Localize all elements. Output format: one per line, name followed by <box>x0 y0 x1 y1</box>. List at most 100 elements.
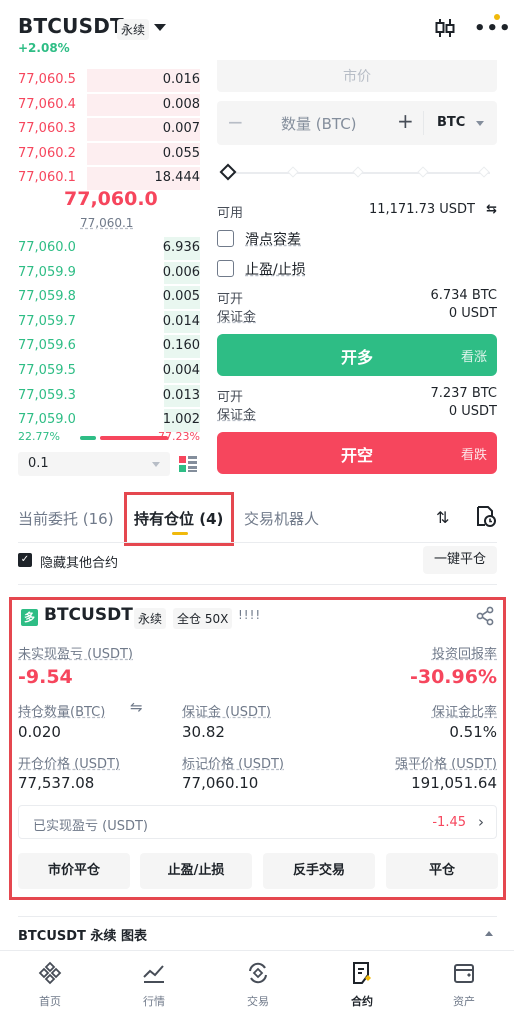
buy-ratio: 22.77% <box>18 430 60 443</box>
market-close-button[interactable]: 市价平仓 <box>18 853 130 889</box>
mark-price-value: 77,060.10 <box>182 774 259 792</box>
price-level: 77,059.9 <box>18 264 76 280</box>
margin-ratio-value: 0.51% <box>449 723 497 741</box>
quantity-slider[interactable] <box>219 163 490 181</box>
bottom-nav: 首页 行情 交易 合约 资产 <box>0 950 514 1023</box>
sort-icon[interactable]: ⇅ <box>436 508 449 527</box>
ask-row[interactable]: 77,060.3 0.007 <box>18 117 200 142</box>
bid-row[interactable]: 77,059.7 0.014 <box>18 310 200 335</box>
header: BTCUSDT 永续 +2.08% ••• <box>0 0 514 60</box>
realized-pnl-row[interactable]: 已实现盈亏 (USDT) -1.45 › <box>18 805 497 839</box>
liquidation-price-label[interactable]: 强平价格 (USDT) <box>395 753 497 772</box>
margin-label: 保证金 <box>217 408 257 423</box>
nav-markets[interactable]: 行情 <box>114 961 194 1009</box>
chart-toggle-row[interactable]: BTCUSDT 永续 图表 <box>18 925 497 945</box>
more-icon[interactable]: ••• <box>474 20 512 38</box>
depth-precision-select[interactable]: 0.1 <box>18 452 170 476</box>
quantity-minus-button[interactable]: − <box>227 110 244 134</box>
tab-open-orders[interactable]: 当前委托 (16) <box>18 508 114 529</box>
slippage-label: 滑点容差 <box>245 232 301 248</box>
depth-precision-value: 0.1 <box>28 456 49 471</box>
reverse-position-button[interactable]: 反手交易 <box>263 853 375 889</box>
orderbook-view-icon[interactable] <box>178 454 198 474</box>
chart-toggle-label: BTCUSDT 永续 图表 <box>18 929 147 944</box>
nav-assets[interactable]: 资产 <box>424 961 504 1009</box>
entry-price-label[interactable]: 开仓价格 (USDT) <box>18 753 120 772</box>
entry-price-value: 77,537.08 <box>18 774 95 792</box>
max-open-value: 6.734 BTC <box>430 288 497 303</box>
quantity-plus-button[interactable]: + <box>397 109 414 133</box>
long-margin: 保证金 0 USDT <box>217 306 497 326</box>
ask-row[interactable]: 77,060.5 0.016 <box>18 68 200 93</box>
close-all-button[interactable]: 一键平仓 <box>423 546 497 574</box>
bid-row[interactable]: 77,059.9 0.006 <box>18 261 200 286</box>
position-symbol[interactable]: BTCUSDT <box>44 605 133 625</box>
chevron-down-icon[interactable] <box>154 24 166 31</box>
margin-ratio-label[interactable]: 保证金比率 <box>432 701 497 720</box>
kline-icon[interactable] <box>434 18 456 38</box>
price-level: 77,060.5 <box>18 72 76 87</box>
transfer-icon[interactable]: ⇆ <box>486 202 497 217</box>
tab-trading-bots[interactable]: 交易机器人 <box>244 508 319 529</box>
swap-unit-icon[interactable]: ⇋ <box>130 698 143 716</box>
quantity-unit-select[interactable]: BTC <box>437 115 465 130</box>
price-level: 77,060.4 <box>18 96 76 112</box>
checkbox-box[interactable] <box>217 230 234 247</box>
unit-divider <box>423 111 424 135</box>
close-position-button[interactable]: 平仓 <box>386 853 498 889</box>
hide-other-contracts-label: 隐藏其他合约 <box>40 556 119 571</box>
buy-ratio-bar <box>80 436 96 440</box>
mark-price[interactable]: 77,060.1 <box>80 216 133 230</box>
share-icon[interactable] <box>475 606 495 626</box>
nav-trade[interactable]: 交易 <box>218 961 298 1009</box>
checkbox-checked-icon[interactable]: ✓ <box>18 553 32 567</box>
chevron-up-icon[interactable] <box>485 931 493 936</box>
slider-tick-100[interactable] <box>478 166 490 178</box>
slider-handle[interactable] <box>219 163 237 181</box>
slider-tick-50[interactable] <box>352 166 364 178</box>
bid-row[interactable]: 77,060.0 6.936 <box>18 236 200 261</box>
slider-tick-75[interactable] <box>417 166 429 178</box>
bid-row[interactable]: 77,059.5 0.004 <box>18 359 200 384</box>
nav-futures[interactable]: 合约 <box>322 961 402 1009</box>
ask-row[interactable]: 77,060.4 0.008 <box>18 93 200 118</box>
tpsl-button[interactable]: 止盈/止损 <box>140 853 252 889</box>
ask-row[interactable]: 77,060.2 0.055 <box>18 142 200 167</box>
max-open-label: 可开 <box>217 292 244 307</box>
realized-pnl-label: 已实现盈亏 (USDT) <box>33 819 148 834</box>
divider <box>18 584 497 585</box>
price-level-quantity: 0.014 <box>162 313 200 329</box>
price-level: 77,060.0 <box>18 240 76 255</box>
price-input[interactable]: 市价 <box>217 60 497 92</box>
slippage-checkbox[interactable]: 滑点容差 <box>217 229 357 249</box>
bid-row[interactable]: 77,059.8 0.005 <box>18 285 200 310</box>
open-long-button[interactable]: 开多 看涨 <box>217 334 497 376</box>
price-level: 77,059.5 <box>18 362 76 378</box>
tpsl-checkbox[interactable]: 止盈/止损 <box>217 259 357 279</box>
slider-tick-25[interactable] <box>287 166 299 178</box>
orderbook-asks: 77,060.5 0.016 77,060.4 0.008 77,060.3 0.007 7… <box>18 68 200 191</box>
open-short-button[interactable]: 开空 看跌 <box>217 432 497 474</box>
long-side-tag: 多 <box>21 609 38 626</box>
bid-row[interactable]: 77,059.6 0.160 <box>18 334 200 359</box>
liquidation-price-value: 191,051.64 <box>411 774 497 792</box>
margin-label[interactable]: 保证金 (USDT) <box>182 701 271 720</box>
checkbox-box[interactable] <box>217 260 234 277</box>
nav-home[interactable]: 首页 <box>10 961 90 1009</box>
margin-mode-tag[interactable]: 全仓 50X <box>173 608 233 629</box>
available-label: 可用 <box>217 206 244 221</box>
history-icon[interactable] <box>474 505 496 527</box>
symbol-title[interactable]: BTCUSDT <box>18 14 124 38</box>
position-size-label[interactable]: 持仓数量(BTC) <box>18 701 105 720</box>
last-price: 77,060.0 <box>64 188 158 210</box>
unrealized-pnl-label[interactable]: 未实现盈亏 (USDT) <box>18 643 133 662</box>
chevron-right-icon: › <box>478 813 484 831</box>
price-level-quantity: 0.005 <box>162 289 200 305</box>
quantity-input[interactable]: − 数量 (BTC) + BTC <box>217 101 497 145</box>
open-short-label: 开空 <box>340 446 373 465</box>
price-level-quantity: 6.936 <box>162 240 200 255</box>
roi-label[interactable]: 投资回报率 <box>432 643 497 662</box>
bid-row[interactable]: 77,059.3 0.013 <box>18 384 200 409</box>
max-open-label: 可开 <box>217 390 244 405</box>
mark-price-label[interactable]: 标记价格 (USDT) <box>182 753 284 772</box>
